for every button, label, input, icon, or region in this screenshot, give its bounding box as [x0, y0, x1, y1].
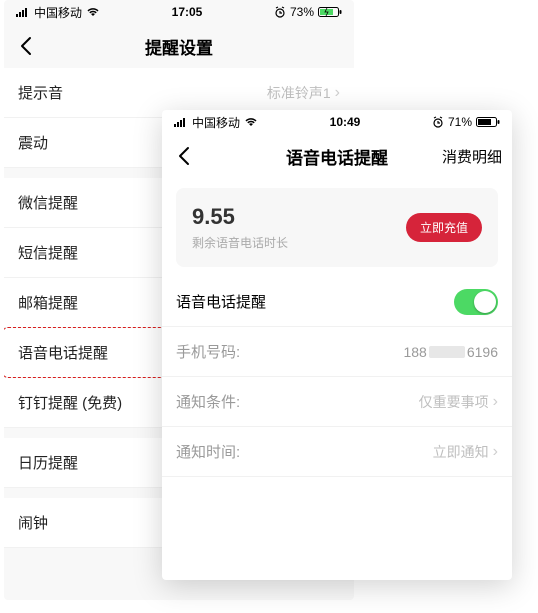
phone-number-value: 188 6196 — [403, 344, 498, 360]
row-voice-toggle: 语音电话提醒 — [162, 277, 512, 327]
signal-icon — [16, 7, 30, 17]
wifi-icon — [86, 7, 100, 17]
voice-reminder-screen: 中国移动 10:49 71% 语音电话提醒 消费明细 9.55 剩余语音电话时长 — [162, 110, 512, 580]
row-label: 手机号码: — [176, 341, 403, 362]
chevron-right-icon: › — [493, 443, 498, 461]
row-notify-time[interactable]: 通知时间: 立即通知› — [162, 427, 512, 477]
carrier-label: 中国移动 — [34, 4, 82, 21]
chevron-right-icon: › — [493, 393, 498, 411]
voice-reminder-toggle[interactable] — [454, 289, 498, 315]
alarm-icon — [432, 116, 444, 128]
balance-value: 9.55 — [192, 204, 406, 230]
row-label: 通知时间: — [176, 441, 433, 462]
battery-icon — [476, 116, 500, 128]
carrier-label: 中国移动 — [192, 114, 240, 131]
balance-label: 剩余语音电话时长 — [192, 234, 406, 251]
clock: 10:49 — [330, 115, 361, 129]
row-value: 仅重要事项› — [419, 392, 498, 412]
alarm-icon — [274, 6, 286, 18]
row-label: 提示音 — [18, 82, 267, 103]
battery-percent: 71% — [448, 115, 472, 129]
nav-bar: 提醒设置 — [4, 24, 354, 68]
masked-digits — [429, 346, 465, 358]
row-label: 通知条件: — [176, 391, 419, 412]
row-notify-condition[interactable]: 通知条件: 仅重要事项› — [162, 377, 512, 427]
row-value: 立即通知› — [433, 442, 498, 462]
row-value: 标准铃声1› — [267, 83, 340, 103]
status-bar: 中国移动 17:05 73% — [4, 0, 354, 24]
wifi-icon — [244, 117, 258, 127]
battery-percent: 73% — [290, 5, 314, 19]
row-label: 语音电话提醒 — [176, 291, 454, 312]
clock: 17:05 — [172, 5, 203, 19]
recharge-button[interactable]: 立即充值 — [406, 213, 482, 242]
back-button[interactable] — [14, 34, 38, 58]
voice-settings-list: 语音电话提醒 手机号码: 188 6196 通知条件: 仅重要事项› 通知时间:… — [162, 277, 512, 477]
back-button[interactable] — [172, 144, 196, 168]
balance-card: 9.55 剩余语音电话时长 立即充值 — [176, 188, 498, 267]
signal-icon — [174, 117, 188, 127]
status-bar: 中国移动 10:49 71% — [162, 110, 512, 134]
chevron-right-icon: › — [335, 84, 340, 102]
row-phone-number[interactable]: 手机号码: 188 6196 — [162, 327, 512, 377]
billing-detail-link[interactable]: 消费明细 — [442, 146, 502, 167]
battery-icon — [318, 6, 342, 18]
nav-bar: 语音电话提醒 消费明细 — [162, 134, 512, 178]
page-title: 提醒设置 — [4, 34, 354, 59]
